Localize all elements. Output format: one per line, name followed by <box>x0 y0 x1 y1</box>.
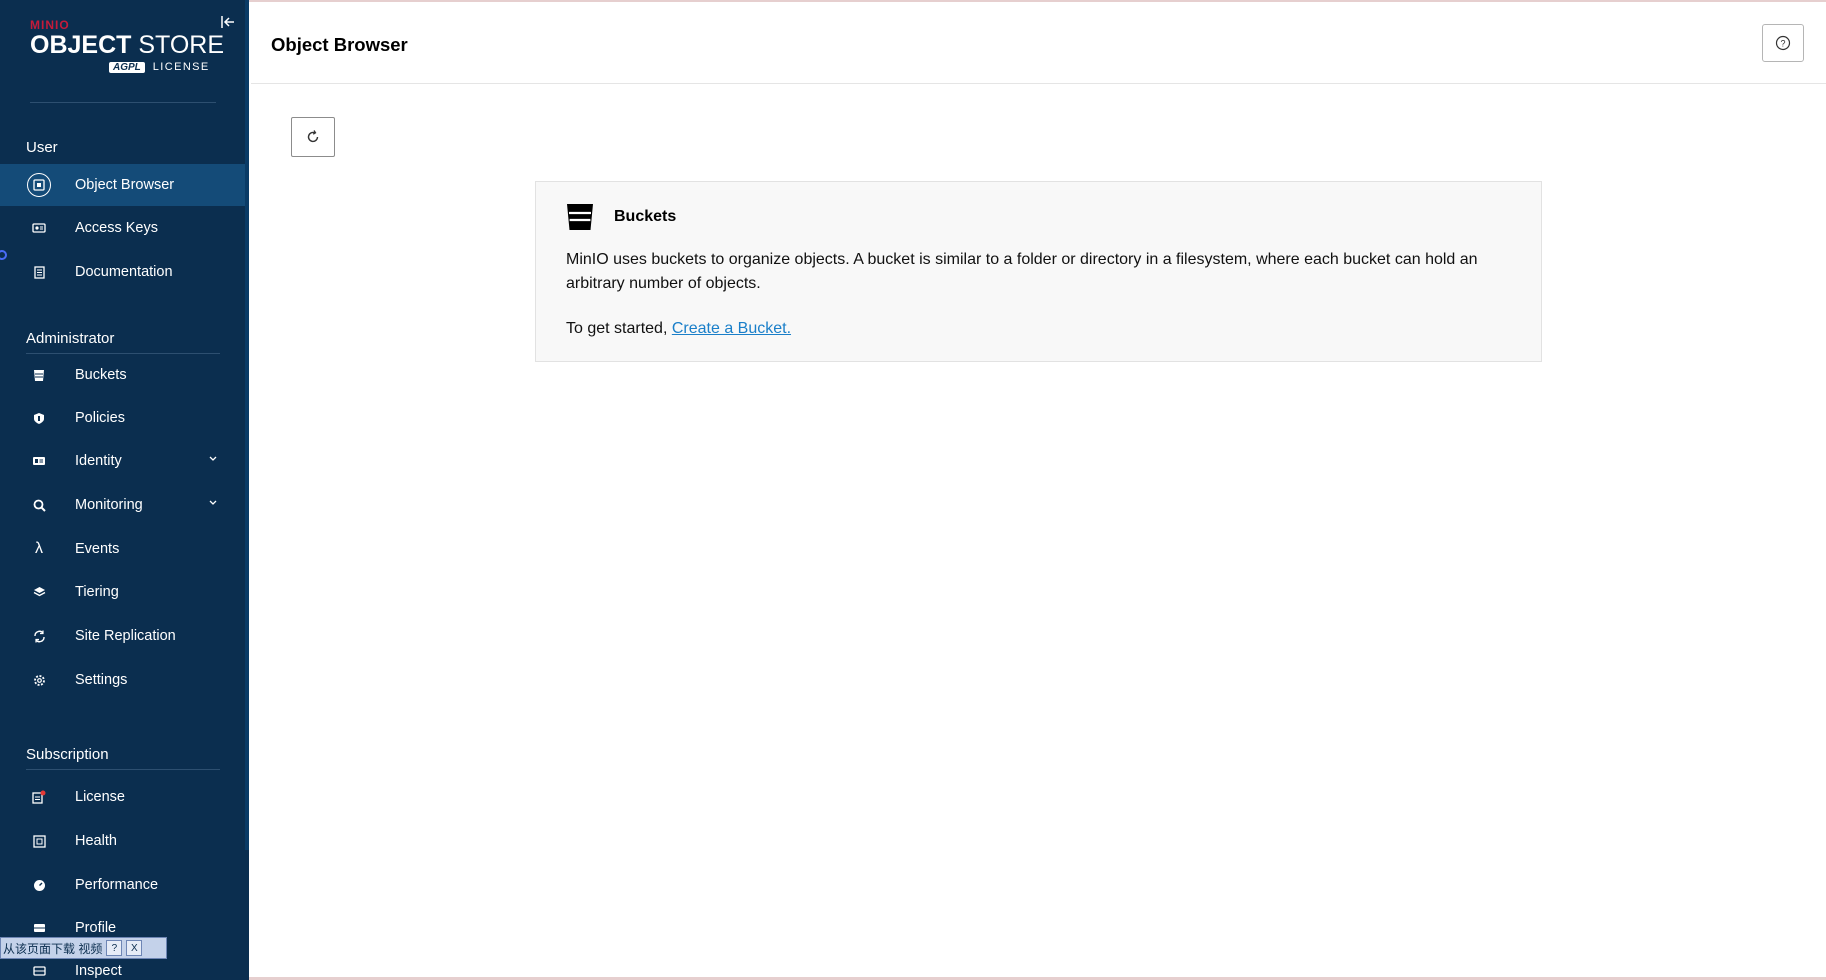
refresh-button[interactable] <box>291 117 335 157</box>
ime-toolbar[interactable]: 从该页面下载 视频 ? X <box>0 937 167 959</box>
refresh-icon <box>307 130 319 143</box>
sidebar-item-label: Object Browser <box>75 177 175 193</box>
section-subscription: Subscription <box>26 746 109 763</box>
logo-title: OBJECT STORE <box>30 31 225 59</box>
section-administrator: Administrator <box>26 330 115 347</box>
sidebar-item-label: Profile <box>75 920 117 936</box>
ime-close-button[interactable]: X <box>126 940 143 956</box>
logo-divider <box>30 102 216 103</box>
monitoring-icon <box>27 493 51 517</box>
page-title: Object Browser <box>271 34 408 55</box>
sidebar-item-license[interactable]: License <box>0 776 245 818</box>
sidebar-item-label: Site Replication <box>75 628 176 644</box>
sidebar-item-label: Events <box>75 541 120 557</box>
sidebar-item-settings[interactable]: Settings <box>0 659 245 701</box>
sidebar-item-label: Inspect <box>75 963 122 979</box>
sidebar-item-label: License <box>75 789 125 805</box>
help-button[interactable]: ? <box>1762 24 1804 62</box>
create-bucket-link[interactable]: Create a Bucket. <box>672 320 791 337</box>
cta-prefix: To get started, <box>566 320 672 337</box>
sidebar-item-tiering[interactable]: Tiering <box>0 571 245 613</box>
object-browser-icon <box>27 173 51 197</box>
license-icon <box>27 785 51 809</box>
sidebar-item-label: Documentation <box>75 264 173 280</box>
sidebar: MINIO OBJECT STORE AGPL LICENSE User Obj… <box>0 0 249 980</box>
sidebar-item-label: Monitoring <box>75 497 143 513</box>
svg-text:?: ? <box>1780 39 1785 49</box>
page-header: Object Browser ? <box>251 2 1826 84</box>
lambda-icon: λ <box>35 540 43 557</box>
sidebar-scrollbar[interactable] <box>245 0 249 850</box>
sidebar-item-object-browser[interactable]: Object Browser <box>0 164 245 206</box>
logo-brand: MINIO <box>30 18 70 32</box>
bucket-icon <box>27 363 51 387</box>
section-user: User <box>26 139 58 156</box>
sidebar-item-label: Identity <box>75 453 122 469</box>
empty-state-cta: To get started, Create a Bucket. <box>566 320 791 338</box>
sidebar-item-access-keys[interactable]: Access Keys <box>0 207 245 249</box>
inspect-icon <box>27 959 51 980</box>
sidebar-item-policies[interactable]: Policies <box>0 397 245 439</box>
ime-toolbar-text[interactable]: 从该页面下载 视频 <box>3 940 102 957</box>
window-frame <box>0 0 1826 980</box>
license-text: LICENSE <box>152 61 210 73</box>
ime-help-button[interactable]: ? <box>106 940 123 956</box>
replication-icon <box>27 624 51 648</box>
sidebar-item-monitoring[interactable]: Monitoring <box>0 484 245 526</box>
access-keys-icon <box>27 216 51 240</box>
tiering-icon <box>27 580 51 604</box>
policy-icon <box>27 406 51 430</box>
gear-icon <box>27 668 51 692</box>
sidebar-item-buckets[interactable]: Buckets <box>0 354 245 396</box>
chevron-down-icon[interactable] <box>208 498 218 508</box>
sidebar-item-performance[interactable]: Performance <box>0 864 245 906</box>
sidebar-item-label: Access Keys <box>75 220 158 236</box>
performance-icon <box>27 873 51 897</box>
sidebar-item-events[interactable]: λ Events <box>0 528 245 570</box>
sidebar-item-identity[interactable]: Identity <box>0 440 245 482</box>
sidebar-item-label: Health <box>75 833 117 849</box>
agpl-badge: AGPL <box>109 61 145 73</box>
help-icon: ? <box>1775 35 1791 51</box>
identity-icon <box>27 449 51 473</box>
empty-state-description: MinIO uses buckets to organize objects. … <box>566 251 1478 292</box>
documentation-icon <box>27 260 51 284</box>
minio-logo: MINIO OBJECT STORE AGPL LICENSE <box>30 18 225 73</box>
sidebar-item-label: Policies <box>75 410 125 426</box>
section-divider <box>26 769 220 770</box>
sidebar-item-health[interactable]: Health <box>0 820 245 862</box>
buckets-empty-state: Buckets MinIO uses buckets to organize o… <box>535 181 1542 362</box>
bucket-icon <box>567 204 593 230</box>
license-badge: AGPL LICENSE <box>109 61 210 73</box>
sidebar-item-label: Tiering <box>75 584 119 600</box>
empty-state-title: Buckets <box>614 208 677 225</box>
health-icon <box>27 829 51 853</box>
sidebar-item-label: Settings <box>75 672 128 688</box>
chevron-down-icon[interactable] <box>208 454 218 464</box>
sidebar-item-label: Buckets <box>75 367 127 383</box>
sidebar-item-documentation[interactable]: Documentation <box>0 251 245 293</box>
sidebar-item-label: Performance <box>75 877 159 893</box>
collapse-sidebar-icon[interactable] <box>220 14 236 30</box>
sidebar-item-site-replication[interactable]: Site Replication <box>0 615 245 657</box>
